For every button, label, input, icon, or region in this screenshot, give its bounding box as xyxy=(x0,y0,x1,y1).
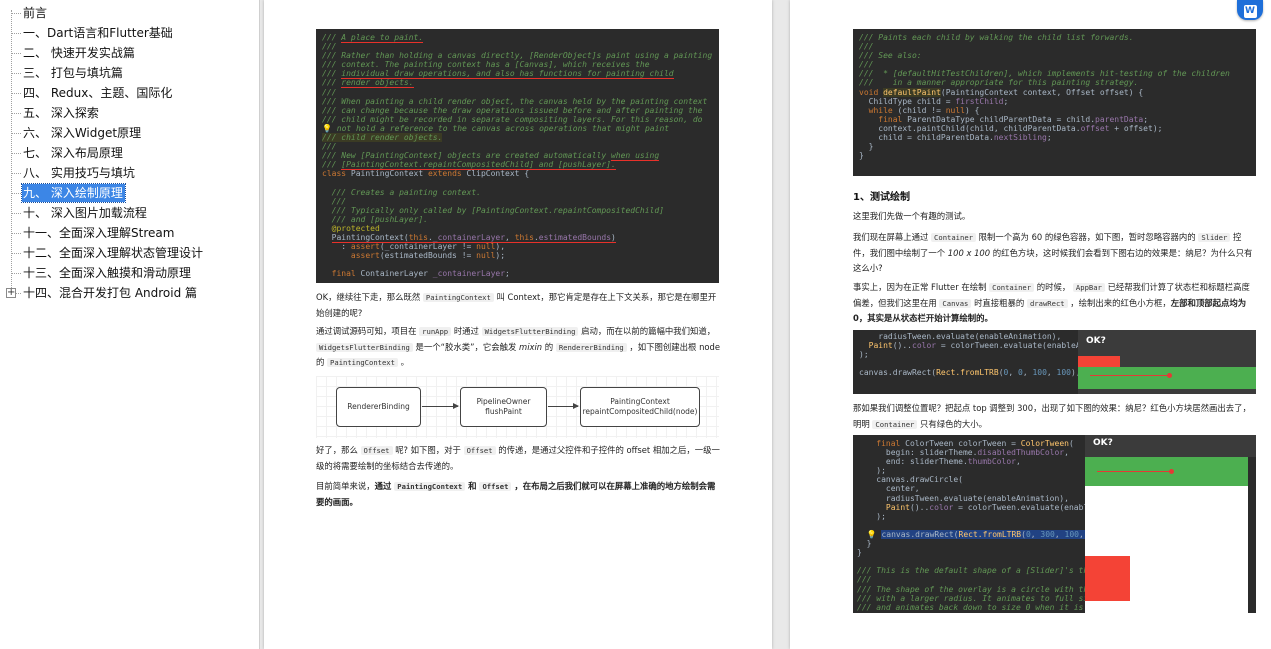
outline-item-label: 一、Dart语言和Flutter基础 xyxy=(23,26,173,40)
outline-item[interactable]: 一、Dart语言和Flutter基础 xyxy=(0,23,259,43)
outline-item[interactable]: 十三、全面深入触摸和滑动原理 xyxy=(0,263,259,283)
outline-item-label: 九、 深入绘制原理 xyxy=(21,183,126,203)
code-block-default-paint: /// Paints each child by walking the chi… xyxy=(853,29,1256,176)
outline-item-label: 八、 实用技巧与填坑 xyxy=(23,166,135,180)
outline-item[interactable]: 三、 打包与填坑篇 xyxy=(0,63,259,83)
diagram-box-renderer-binding: RendererBinding xyxy=(336,387,421,427)
appbar-title: OK? xyxy=(1086,336,1106,346)
slider-track xyxy=(1097,471,1172,472)
slider-thumb xyxy=(1169,469,1174,474)
tree-line xyxy=(11,233,21,234)
paragraph-4: 目前简单来说，通过 PaintingContext 和 Offset ，在布局之… xyxy=(316,481,716,507)
red-square xyxy=(1078,356,1120,367)
outline-item-label: 十三、全面深入触摸和滑动原理 xyxy=(23,266,192,280)
outline-item[interactable]: 七、 深入布局原理 xyxy=(0,143,259,163)
outline-item[interactable]: 十二、全面深入理解状态管理设计 xyxy=(0,243,259,263)
demo-code-2: final ColorTween colorTween = ColorTween… xyxy=(853,435,1085,613)
paragraph-7: 事实上，因为在正常 Flutter 在绘制 Container 的时候， App… xyxy=(853,282,1250,323)
demo-screenshot-2: final ColorTween colorTween = ColorTween… xyxy=(853,435,1256,613)
outline-item-label: 五、 深入探索 xyxy=(23,106,99,120)
paragraph-6: 我们现在屏幕上通过 Container 限制一个高为 60 的绿色容器，如下图，… xyxy=(853,232,1253,273)
outline-item-label: 十一、全面深入理解Stream xyxy=(23,226,175,240)
tree-line xyxy=(11,53,21,54)
outline-item[interactable]: 二、 快速开发实战篇 xyxy=(0,43,259,63)
demo-screenshot-1: radiusTween.evaluate(enableAnimation), P… xyxy=(853,330,1256,394)
demo-app-2: OK? xyxy=(1085,435,1256,613)
demo-code-1: radiusTween.evaluate(enableAnimation), P… xyxy=(853,330,1083,394)
paragraph-2: 通过调试源码可知，项目在 runApp 时通过 WidgetsFlutterBi… xyxy=(316,326,720,367)
tree-line xyxy=(11,273,21,274)
outline-item[interactable]: 十、 深入图片加载流程 xyxy=(0,203,259,223)
outline-item-label: 前言 xyxy=(23,6,48,20)
green-container xyxy=(1078,367,1256,389)
outline-item[interactable]: 四、 Redux、主题、国际化 xyxy=(0,83,259,103)
code-block-painting-context: /// A place to paint. /// /// Rather tha… xyxy=(316,29,719,283)
paragraph-1: OK，继续往下走，那么既然 PaintingContext 叫 Context，… xyxy=(316,292,717,318)
outline-item-label: 三、 打包与填坑篇 xyxy=(23,66,123,80)
viewer-root: 前言一、Dart语言和Flutter基础 二、 快速开发实战篇 三、 打包与填坑篇四… xyxy=(0,0,1271,649)
red-square-overflow xyxy=(1085,556,1130,601)
tree-line xyxy=(11,153,21,154)
tree-line xyxy=(11,93,21,94)
slider-track xyxy=(1090,375,1170,376)
outline-item[interactable]: 十一、全面深入理解Stream xyxy=(0,223,259,243)
lightbulb-icon: 💡 xyxy=(322,123,332,133)
tree-line xyxy=(11,213,21,214)
document-page-1: /// A place to paint. /// /// Rather tha… xyxy=(264,0,772,649)
flow-diagram: RendererBinding PipelineOwner flushPaint… xyxy=(316,376,719,438)
tree-line xyxy=(11,253,21,254)
plus-box-icon[interactable]: + xyxy=(6,288,16,298)
paragraph-3: 好了，那么 Offset 呢? 如下图，对于 Offset 的传递，是通过父控件… xyxy=(316,445,720,471)
slider-thumb xyxy=(1167,373,1172,378)
tree-line xyxy=(11,33,21,34)
outline-item-label: 十四、混合开发打包 Android 篇 xyxy=(23,286,198,300)
paragraph-8: 那如果我们调整位置呢？把起点 top 调整到 300，出现了如下图的效果：纳尼？… xyxy=(853,403,1251,429)
scroll-gutter xyxy=(1248,457,1256,613)
outline-item[interactable]: 九、 深入绘制原理 xyxy=(0,183,259,203)
outline-item[interactable]: 前言 xyxy=(0,3,259,23)
lightbulb-icon: 💡 xyxy=(866,529,877,539)
demo-app-1: OK? xyxy=(1078,330,1256,394)
outline-item-label: 四、 Redux、主题、国际化 xyxy=(23,86,173,100)
outline-item[interactable]: 八、 实用技巧与填坑 xyxy=(0,163,259,183)
tree-line xyxy=(11,113,21,114)
outline-item[interactable]: 六、 深入Widget原理 xyxy=(0,123,259,143)
outline-tree: 前言一、Dart语言和Flutter基础 二、 快速开发实战篇 三、 打包与填坑篇四… xyxy=(0,0,259,303)
tree-line xyxy=(11,13,21,14)
tree-line xyxy=(11,193,21,194)
outline-item-label: 六、 深入Widget原理 xyxy=(23,126,142,140)
outline-item[interactable]: + 十四、混合开发打包 Android 篇 xyxy=(0,283,259,303)
tree-line xyxy=(11,173,21,174)
tree-line xyxy=(11,133,21,134)
document-page-2: /// Paints each child by walking the chi… xyxy=(790,0,1271,649)
section-heading: 1、测试绘制 xyxy=(853,192,910,203)
word-icon[interactable]: W xyxy=(1237,0,1263,20)
diagram-arrow-1 xyxy=(422,403,459,409)
outline-item-label: 二、 快速开发实战篇 xyxy=(23,46,135,60)
outline-sidebar[interactable]: 前言一、Dart语言和Flutter基础 二、 快速开发实战篇 三、 打包与填坑篇四… xyxy=(0,0,260,649)
appbar-title: OK? xyxy=(1093,438,1113,448)
paragraph-5: 这里我们先做一个有趣的测试。 xyxy=(853,211,971,221)
outline-item[interactable]: 五、 深入探索 xyxy=(0,103,259,123)
outline-item-label: 七、 深入布局原理 xyxy=(23,146,123,160)
outline-item-label: 十、 深入图片加载流程 xyxy=(23,206,147,220)
diagram-arrow-2 xyxy=(548,403,579,409)
diagram-box-painting-context: PaintingContext repaintCompositedChild(n… xyxy=(580,387,700,427)
tree-line xyxy=(11,73,21,74)
outline-item-label: 十二、全面深入理解状态管理设计 xyxy=(23,246,204,260)
diagram-box-pipeline-owner: PipelineOwner flushPaint xyxy=(460,387,547,427)
